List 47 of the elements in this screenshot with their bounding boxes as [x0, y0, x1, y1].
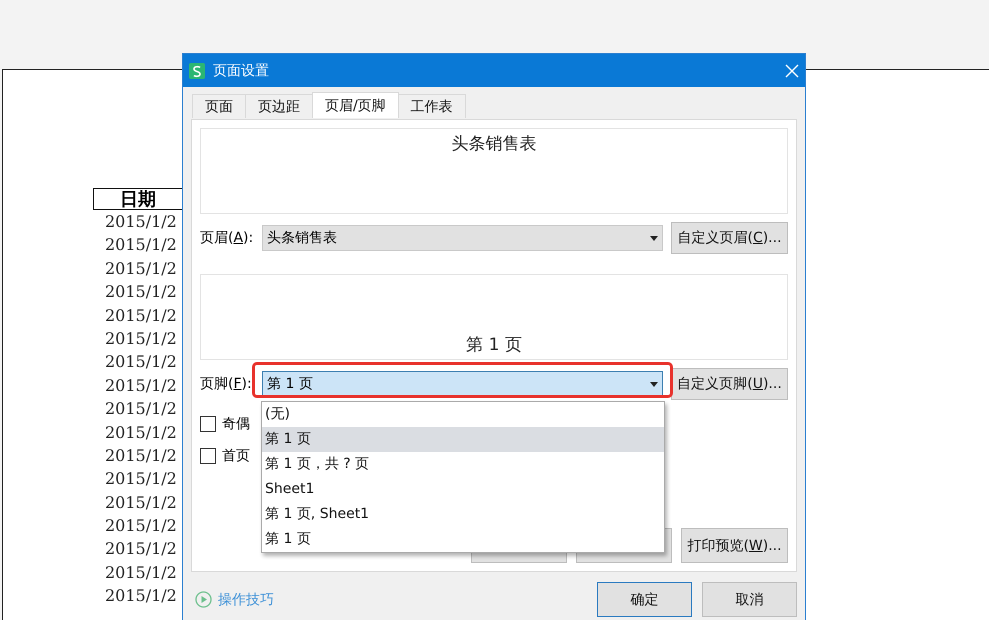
dropdown-option[interactable]: Sheet1: [262, 477, 664, 502]
dropdown-option[interactable]: 第 1 页: [262, 527, 664, 552]
date-cell-text: 2015/1/2: [104, 374, 177, 397]
checkbox-label: 奇偶: [222, 415, 250, 433]
tab[interactable]: 页面: [192, 94, 246, 118]
tab[interactable]: 页眉/页脚: [312, 92, 399, 118]
date-cell-text: 2015/1/2: [104, 258, 177, 280]
date-cell-text: 2015/1/2: [104, 304, 177, 327]
custom-footer-button[interactable]: 自定义页脚(U)...: [671, 368, 788, 400]
date-cell-text: 2015/1/2: [104, 328, 177, 350]
dropdown-option[interactable]: 第 1 页，共 ? 页: [262, 452, 664, 477]
date-cell-text: 2015/1/2: [104, 562, 177, 584]
cancel-button[interactable]: 取消: [702, 582, 797, 617]
date-cell-text: 2015/1/2: [104, 234, 177, 256]
footer-label: 页脚(F):: [200, 375, 253, 393]
checkbox-label: 首页: [222, 447, 250, 465]
date-cell-text: 2015/1/2: [104, 538, 177, 560]
date-cell-text: 2015/1/2: [104, 422, 177, 444]
date-cell-text: 2015/1/2: [104, 585, 177, 608]
date-cell-text: 2015/1/2: [104, 351, 177, 374]
date-cell-text: 2015/1/2: [104, 515, 177, 538]
tab[interactable]: 工作表: [398, 94, 466, 118]
header-select[interactable]: 头条销售表: [262, 225, 663, 251]
custom-header-button[interactable]: 自定义页眉(C)...: [671, 222, 788, 254]
checkbox[interactable]: [200, 448, 216, 464]
date-cell-text: 2015/1/2: [104, 398, 177, 420]
footer-select[interactable]: 第 1 页: [262, 371, 663, 397]
dropdown-caret-icon: [650, 382, 658, 386]
header-label: 页眉(A):: [200, 229, 254, 247]
print-preview-button[interactable]: 打印预览(W)...: [681, 528, 788, 563]
ok-button[interactable]: 确定: [597, 582, 692, 617]
app-logo-icon: [189, 62, 205, 78]
dropdown-option[interactable]: 第 1 页: [262, 427, 664, 452]
play-icon: [195, 591, 212, 608]
dropdown-option[interactable]: (无): [262, 402, 664, 427]
date-cell-text: 2015/1/2: [104, 444, 177, 467]
date-cell-text: 2015/1/2: [104, 211, 177, 233]
header-preview-text: 头条销售表: [452, 133, 536, 155]
window-title: 页面设置: [213, 62, 270, 80]
date-cell-text: 2015/1/2: [104, 492, 177, 514]
close-icon[interactable]: [785, 64, 799, 78]
dropdown-caret-icon: [650, 236, 658, 240]
date-cell-text: 2015/1/2: [104, 468, 177, 490]
date-cell-text: 2015/1/2: [104, 281, 177, 304]
dropdown-option[interactable]: 第 1 页, Sheet1: [262, 502, 664, 527]
footer-preview-text: 第 1 页: [466, 334, 522, 356]
checkbox[interactable]: [200, 416, 216, 432]
